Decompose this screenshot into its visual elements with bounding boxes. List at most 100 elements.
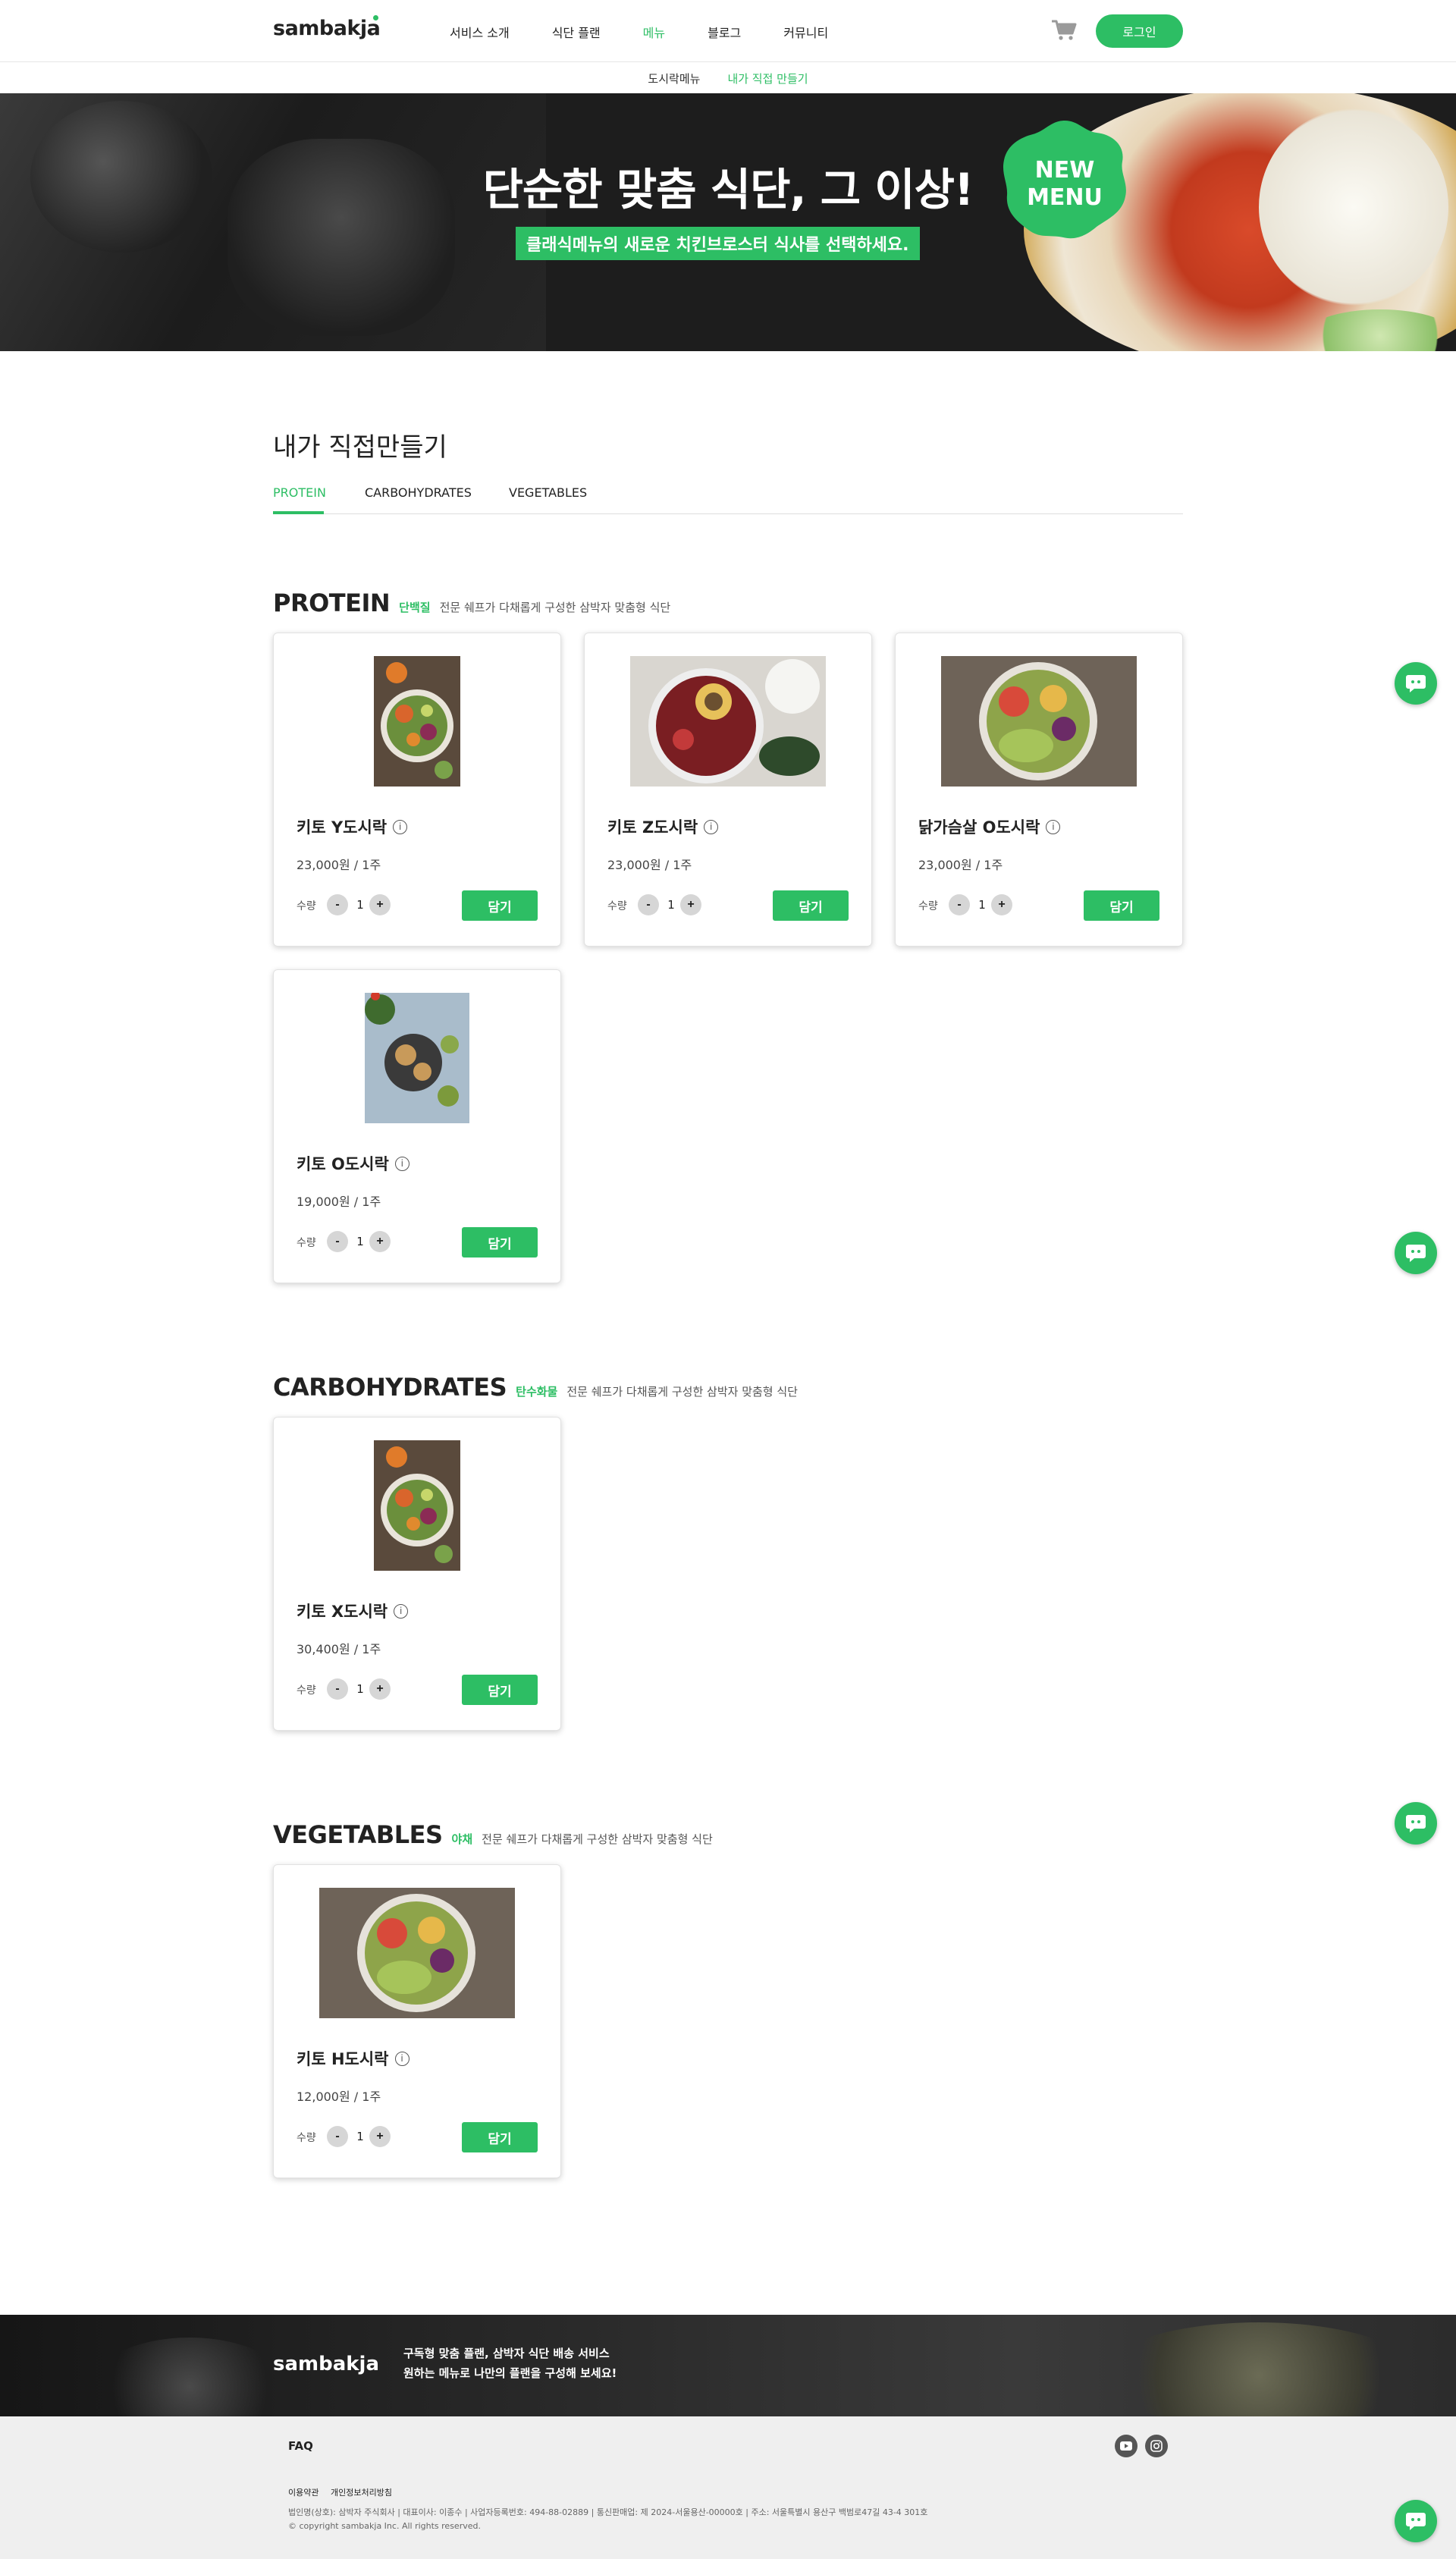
tab-protein[interactable]: PROTEIN [273, 485, 326, 500]
product-card: 키토 Z도시락 i 23,000원 / 1주 수량 - 1 + 담기 [584, 633, 872, 947]
site-footer: FAQ 이용약관 개인정보처리방침 법인명(상호): 삼박자 주식회사 | 대표… [0, 2416, 1456, 2559]
product-image[interactable] [319, 1888, 515, 2018]
nav-item-menu[interactable]: 메뉴 [643, 23, 665, 41]
add-to-cart-button[interactable]: 담기 [462, 890, 538, 921]
login-button[interactable]: 로그인 [1096, 14, 1183, 48]
badge-line1: NEW [1034, 157, 1095, 184]
quantity-decrease-button[interactable]: - [327, 894, 348, 915]
nav-item-plan[interactable]: 식단 플랜 [552, 23, 601, 41]
footer-tagline-2: 원하는 메뉴로 나만의 플랜을 구성해 보세요! [403, 2366, 617, 2380]
faq-link[interactable]: FAQ [288, 2439, 313, 2453]
info-icon[interactable]: i [394, 2051, 410, 2066]
footer-tagline-1: 구독형 맞춤 플랜, 삼박자 식단 배송 서비스 [403, 2347, 610, 2360]
product-image[interactable] [365, 993, 469, 1123]
product-image[interactable] [941, 656, 1137, 787]
page-title: 내가 직접만들기 [273, 432, 447, 463]
category-tabs: PROTEIN CARBOHYDRATES VEGETABLES [273, 478, 1183, 514]
tab-vegetables[interactable]: VEGETABLES [509, 485, 587, 500]
copyright: © copyright sambakja Inc. All rights res… [288, 2521, 481, 2531]
tab-carbohydrates[interactable]: CARBOHYDRATES [365, 485, 472, 500]
quantity-value: 1 [978, 898, 986, 912]
quantity-increase-button[interactable]: + [369, 1678, 391, 1700]
product-card: 키토 O도시락 i 19,000원 / 1주 수량 - 1 + 담기 [273, 969, 561, 1283]
add-to-cart-button[interactable]: 담기 [462, 1227, 538, 1258]
quantity-label: 수량 [297, 1685, 316, 1697]
terms-link[interactable]: 이용약관 [288, 2488, 318, 2498]
privacy-link[interactable]: 개인정보처리방침 [331, 2488, 392, 2498]
category-title: VEGETABLES [273, 1820, 443, 1849]
category-description: 전문 쉐프가 다채롭게 구성한 삼박자 맞춤형 식단 [439, 601, 671, 614]
info-icon[interactable]: i [704, 819, 719, 834]
product-name: 키토 Y도시락 [297, 818, 388, 837]
new-menu-badge: NEW MENU [999, 118, 1130, 242]
add-to-cart-button[interactable]: 담기 [1084, 890, 1159, 921]
quantity-label: 수량 [297, 2132, 316, 2144]
quantity-label: 수량 [607, 900, 627, 912]
nav-item-service[interactable]: 서비스 소개 [450, 23, 510, 41]
product-name: 키토 X도시락 [297, 1603, 388, 1621]
product-image[interactable] [630, 656, 826, 787]
product-image[interactable] [374, 1440, 460, 1571]
quantity-increase-button[interactable]: + [369, 1231, 391, 1252]
quantity-value: 1 [356, 898, 364, 912]
chat-icon[interactable] [1395, 662, 1437, 705]
category-description: 전문 쉐프가 다채롭게 구성한 삼박자 맞춤형 식단 [482, 1832, 713, 1846]
quantity-label: 수량 [297, 1237, 316, 1249]
category-description: 전문 쉐프가 다채롭게 구성한 삼박자 맞춤형 식단 [566, 1385, 798, 1399]
category-tag: 탄수화물 [516, 1385, 558, 1399]
info-icon[interactable]: i [394, 1156, 410, 1171]
add-to-cart-button[interactable]: 담기 [462, 2122, 538, 2152]
quantity-increase-button[interactable]: + [369, 2126, 391, 2147]
quantity-increase-button[interactable]: + [369, 894, 391, 915]
quantity-decrease-button[interactable]: - [638, 894, 659, 915]
site-header: sambakja 서비스 소개 식단 플랜 메뉴 블로그 커뮤니티 로그인 [0, 0, 1456, 62]
cart-icon[interactable] [1050, 18, 1078, 42]
info-icon[interactable]: i [393, 819, 408, 834]
quantity-decrease-button[interactable]: - [327, 2126, 348, 2147]
quantity-value: 1 [356, 1235, 364, 1248]
product-price: 30,400원 / 1주 [297, 1642, 381, 1656]
logo[interactable]: sambakja [273, 15, 381, 40]
product-card: 키토 H도시락 i 12,000원 / 1주 수량 - 1 + 담기 [273, 1864, 561, 2178]
quantity-value: 1 [356, 2130, 364, 2143]
quantity-value: 1 [667, 898, 675, 912]
product-name: 키토 Z도시락 [607, 818, 698, 837]
subnav-item-make-own[interactable]: 내가 직접 만들기 [727, 71, 808, 86]
chat-icon[interactable] [1395, 1802, 1437, 1845]
product-price: 23,000원 / 1주 [297, 858, 381, 872]
product-image[interactable] [374, 656, 460, 787]
category-heading-protein: PROTEIN 단백질 전문 쉐프가 다채롭게 구성한 삼박자 맞춤형 식단 [273, 589, 670, 617]
product-name: 닭가슴살 O도시락 [918, 818, 1040, 837]
footer-logo[interactable]: sambakja [273, 2353, 379, 2375]
category-title: PROTEIN [273, 589, 391, 617]
company-info: 법인명(상호): 삼박자 주식회사 | 대표이사: 이종수 | 사업자등록번호:… [288, 2507, 928, 2517]
chat-icon[interactable] [1395, 2500, 1437, 2542]
active-tab-indicator [273, 511, 324, 514]
add-to-cart-button[interactable]: 담기 [773, 890, 849, 921]
product-card: 닭가슴살 O도시락 i 23,000원 / 1주 수량 - 1 + 담기 [895, 633, 1183, 947]
subnav-item-lunchbox[interactable]: 도시락메뉴 [648, 71, 700, 86]
info-icon[interactable]: i [1046, 819, 1061, 834]
nav-item-blog[interactable]: 블로그 [708, 23, 741, 41]
hero-banner[interactable]: 단순한 맞춤 식단, 그 이상! 클래식메뉴의 새로운 치킨브로스터 식사를 선… [0, 93, 1456, 351]
quantity-decrease-button[interactable]: - [327, 1231, 348, 1252]
add-to-cart-button[interactable]: 담기 [462, 1675, 538, 1705]
quantity-value: 1 [356, 1682, 364, 1696]
badge-line2: MENU [1027, 184, 1103, 211]
category-tag: 야채 [451, 1832, 473, 1846]
quantity-decrease-button[interactable]: - [327, 1678, 348, 1700]
info-icon[interactable]: i [394, 1603, 409, 1619]
hero-background-image [0, 93, 546, 351]
quantity-label: 수량 [297, 900, 316, 912]
chat-icon[interactable] [1395, 1232, 1437, 1274]
quantity-decrease-button[interactable]: - [949, 894, 970, 915]
product-name: 키토 O도시락 [297, 1155, 389, 1173]
quantity-increase-button[interactable]: + [991, 894, 1012, 915]
product-price: 12,000원 / 1주 [297, 2090, 381, 2104]
quantity-increase-button[interactable]: + [680, 894, 701, 915]
quantity-label: 수량 [918, 900, 938, 912]
instagram-icon[interactable] [1145, 2435, 1168, 2457]
hero-subtitle: 클래식메뉴의 새로운 치킨브로스터 식사를 선택하세요. [516, 227, 920, 260]
nav-item-community[interactable]: 커뮤니티 [783, 23, 828, 41]
youtube-icon[interactable] [1115, 2435, 1138, 2457]
